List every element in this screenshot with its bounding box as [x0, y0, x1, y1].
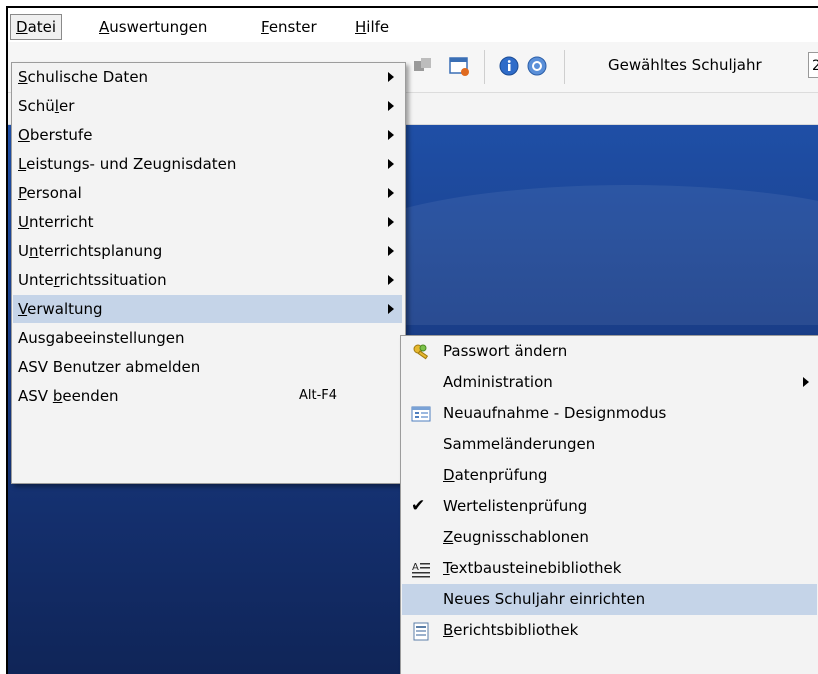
submenu-arrow-icon [388, 188, 394, 198]
toolbar-separator [484, 50, 485, 84]
menu-item-datenpruefung[interactable]: Datenprüfung [402, 460, 817, 491]
menu-datei-dropdown: Schulische Daten Schüler Oberstufe Leist… [11, 62, 406, 484]
submenu-arrow-icon [388, 304, 394, 314]
submenu-arrow-icon [388, 246, 394, 256]
submenu-arrow-icon [388, 159, 394, 169]
checkmark-icon: ✔ [411, 496, 426, 516]
school-year-select[interactable]: 2 [808, 52, 818, 78]
submenu-arrow-icon [388, 130, 394, 140]
form-icon [411, 406, 431, 422]
submenu-arrow-icon [803, 377, 809, 387]
menu-item-textbausteinebibliothek[interactable]: A Textbausteinebibliothek [402, 553, 817, 584]
menu-item-unterrichtsplanung[interactable]: Unterrichtsplanung [13, 237, 402, 265]
menu-verwaltung-submenu: Passwort ändern Administration Neuaufnah… [400, 335, 818, 674]
info-icon[interactable] [498, 55, 520, 77]
menu-item-oberstufe[interactable]: Oberstufe [13, 121, 402, 149]
submenu-arrow-icon [388, 275, 394, 285]
submenu-arrow-icon [388, 101, 394, 111]
help-icon[interactable] [526, 55, 548, 77]
submenu-arrow-icon [388, 217, 394, 227]
menu-item-neuaufnahme-designmodus[interactable]: Neuaufnahme - Designmodus [402, 398, 817, 429]
keys-icon [413, 344, 429, 360]
menu-item-asv-beenden[interactable]: ASV beenden Alt-F4 [13, 382, 402, 410]
submenu-arrow-icon [388, 72, 394, 82]
menu-item-neues-schuljahr[interactable]: Neues Schuljahr einrichten [402, 584, 817, 615]
menu-hilfe[interactable]: Hilfe [350, 15, 394, 39]
menu-item-sammelaenderungen[interactable]: Sammeländerungen [402, 429, 817, 460]
app-window: Datei Auswertungen Fenster Hilfe Gewählt… [6, 6, 818, 674]
toolbar-separator [564, 50, 565, 84]
menu-item-benutzer-abmelden[interactable]: ASV Benutzer abmelden [13, 353, 402, 381]
school-year-label: Gewähltes Schuljahr [608, 56, 762, 74]
report-icon [413, 622, 429, 641]
text-lines-icon: A [412, 562, 430, 578]
menu-fenster[interactable]: Fenster [256, 15, 322, 39]
menu-item-unterricht[interactable]: Unterricht [13, 208, 402, 236]
svg-text:A: A [412, 562, 419, 573]
menu-item-berichtsbibliothek[interactable]: Berichtsbibliothek [402, 615, 817, 646]
menu-item-wertelistenpruefung[interactable]: ✔ Wertelistenprüfung [402, 491, 817, 522]
menu-item-schulische-daten[interactable]: Schulische Daten [13, 63, 402, 91]
menu-item-schueler[interactable]: Schüler [13, 92, 402, 120]
puzzle-icon[interactable] [412, 55, 434, 77]
menu-item-personal[interactable]: Personal [13, 179, 402, 207]
menu-item-zeugnisschablonen[interactable]: Zeugnisschablonen [402, 522, 817, 553]
menu-item-ausgabeeinstellungen[interactable]: Ausgabeeinstellungen [13, 324, 402, 352]
menu-item-passwort-aendern[interactable]: Passwort ändern [402, 336, 817, 367]
menu-item-unterrichtssituation[interactable]: Unterrichtssituation [13, 266, 402, 294]
shortcut-label: Alt-F4 [299, 388, 338, 403]
menu-item-verwaltung[interactable]: Verwaltung [13, 295, 402, 323]
window-icon[interactable] [448, 55, 470, 77]
menu-bar: Datei Auswertungen Fenster Hilfe [8, 8, 818, 42]
menu-item-administration[interactable]: Administration [402, 367, 817, 398]
menu-item-leistungsdaten[interactable]: Leistungs- und Zeugnisdaten [13, 150, 402, 178]
menu-datei[interactable]: Datei [10, 14, 63, 40]
menu-auswertungen[interactable]: Auswertungen [94, 15, 212, 39]
